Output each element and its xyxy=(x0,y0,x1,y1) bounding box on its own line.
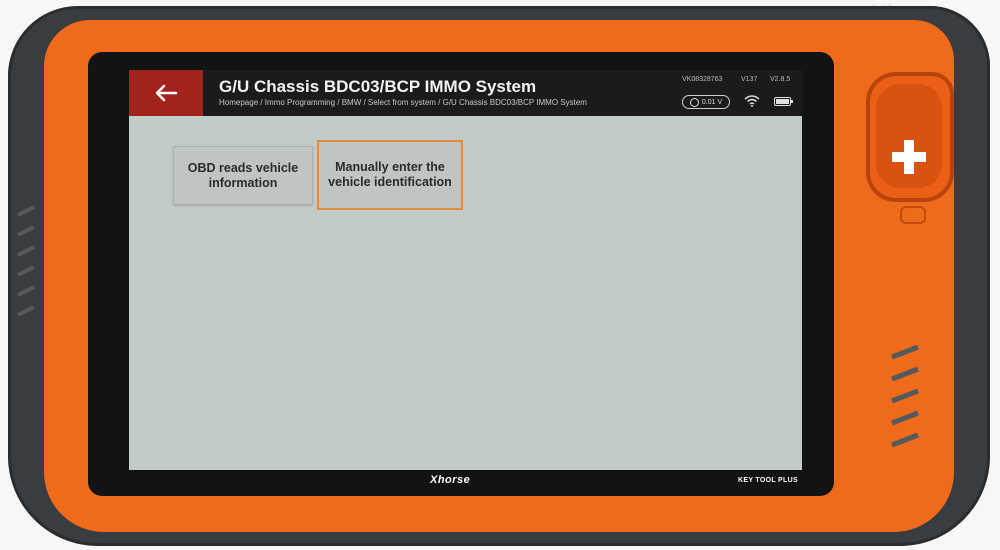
breadcrumb: Homepage / Immo Programming / BMW / Sele… xyxy=(219,98,587,107)
voltage-badge: 0.01 V xyxy=(682,95,730,109)
battery-icon xyxy=(774,97,793,106)
plus-icon xyxy=(892,140,926,174)
arrow-left-icon xyxy=(155,84,178,102)
app-version: V2.8.5 xyxy=(770,76,791,83)
manual-entry-button[interactable]: Manually enter the vehicle identificatio… xyxy=(317,140,463,210)
grip-ridges-icon xyxy=(17,205,35,317)
top-bar: G/U Chassis BDC03/BCP IMMO System Homepa… xyxy=(129,70,802,116)
lanyard-slot xyxy=(900,206,926,224)
grip-ridges-icon xyxy=(891,345,919,448)
model-label: KEY TOOL PLUS xyxy=(738,477,798,484)
hardware-dpad[interactable] xyxy=(866,72,954,202)
obd-read-button[interactable]: OBD reads vehicle information xyxy=(173,146,313,205)
wifi-icon xyxy=(744,95,760,107)
voltage-value: 0.01 V xyxy=(701,98,723,106)
device-serial: VK08328763 xyxy=(682,76,723,83)
screen: G/U Chassis BDC03/BCP IMMO System Homepa… xyxy=(129,70,802,470)
hardware-version: V137 xyxy=(741,76,758,83)
page-title: G/U Chassis BDC03/BCP IMMO System xyxy=(219,77,537,96)
brand-logo: Xhorse xyxy=(430,474,471,486)
voltage-icon xyxy=(689,97,699,107)
back-button[interactable] xyxy=(129,70,203,116)
